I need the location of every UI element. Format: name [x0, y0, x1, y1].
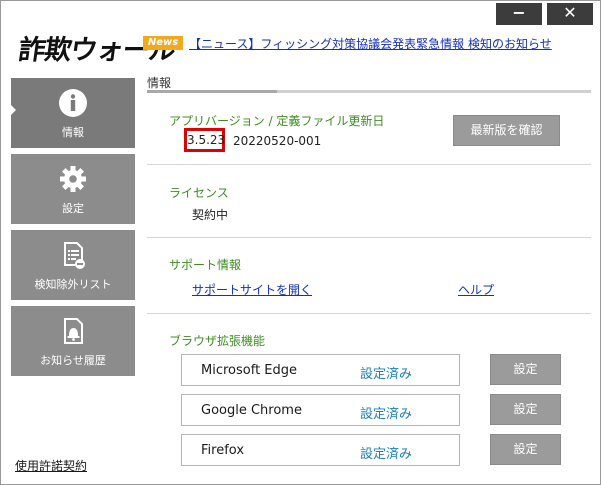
sidebar-item-notifications[interactable]: お知らせ履歴 — [11, 306, 135, 376]
divider — [147, 164, 591, 165]
definition-date-value: 20220520-001 — [233, 134, 322, 148]
news-link[interactable]: 【ニュース】フィッシング対策協議会発表緊急情報 検知のお知らせ — [189, 35, 552, 52]
divider — [147, 237, 591, 238]
tab-underline — [147, 90, 591, 93]
app-version-value: 3.5.23 — [184, 128, 225, 152]
sidebar-item-settings[interactable]: 設定 — [11, 154, 135, 224]
chrome-settings-button[interactable]: 設定 — [490, 394, 561, 425]
sidebar-item-info[interactable]: 情報 — [11, 78, 135, 148]
browser-status: 設定済み — [360, 367, 413, 382]
sidebar-item-exclusion-list[interactable]: 検知除外リスト — [11, 230, 135, 300]
browser-name: Firefox — [201, 443, 245, 458]
browser-extension-heading: ブラウザ拡張機能 — [169, 334, 266, 348]
browser-name: Microsoft Edge — [201, 363, 298, 378]
support-heading: サポート情報 — [169, 258, 242, 272]
check-update-button[interactable]: 最新版を確認 — [453, 115, 560, 146]
support-site-link[interactable]: サポートサイトを開く — [192, 281, 312, 298]
close-button[interactable]: ✕ — [547, 3, 593, 25]
sidebar-item-label: お知らせ履歴 — [40, 354, 106, 367]
info-icon — [59, 89, 87, 117]
sidebar-item-label: 検知除外リスト — [34, 278, 112, 291]
browser-row-chrome: Google Chrome 設定済み — [181, 394, 460, 426]
news-badge: News — [143, 36, 183, 50]
license-heading: ライセンス — [169, 186, 229, 200]
sidebar-item-label: 情報 — [62, 126, 84, 139]
minimize-button[interactable]: − — [496, 3, 542, 25]
browser-row-firefox: Firefox 設定済み — [181, 434, 460, 466]
active-pointer — [11, 105, 16, 115]
app-window: − ✕ 詐欺ウォール News 【ニュース】フィッシング対策協議会発表緊急情報 … — [0, 0, 601, 485]
sidebar-item-label: 設定 — [62, 202, 84, 215]
tab-info: 情報 — [147, 76, 172, 90]
license-agreement-link[interactable]: 使用許諾契約 — [15, 457, 87, 474]
license-status: 契約中 — [192, 208, 229, 222]
browser-name: Google Chrome — [201, 403, 302, 418]
browser-row-edge: Microsoft Edge 設定済み — [181, 354, 460, 386]
gear-icon — [60, 166, 86, 192]
divider — [147, 313, 591, 314]
exclusion-list-icon — [64, 242, 85, 269]
bell-document-icon — [64, 318, 83, 344]
version-heading: アプリバージョン / 定義ファイル更新日 — [169, 114, 385, 128]
edge-settings-button[interactable]: 設定 — [490, 354, 561, 385]
firefox-settings-button[interactable]: 設定 — [490, 434, 561, 465]
browser-status: 設定済み — [360, 447, 413, 462]
browser-status: 設定済み — [360, 407, 413, 422]
help-link[interactable]: ヘルプ — [458, 281, 494, 298]
